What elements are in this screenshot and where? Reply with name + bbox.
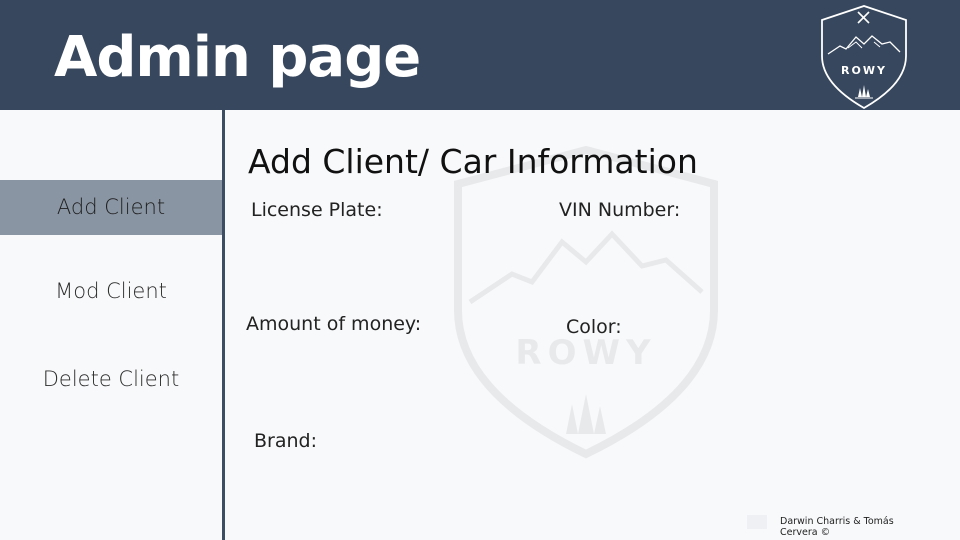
footer-badge (747, 515, 767, 529)
page-title: Admin page (54, 25, 421, 90)
vin-number-label: VIN Number: (559, 199, 681, 221)
section-title: Add Client/ Car Information (248, 142, 698, 181)
watermark-logo-icon: ROWY (454, 145, 718, 459)
license-plate-label: License Plate: (251, 199, 383, 221)
logo-text: ROWY (841, 64, 887, 77)
color-label: Color: (566, 316, 622, 338)
watermark-text: ROWY (515, 333, 656, 373)
brand-label: Brand: (254, 430, 317, 452)
sidebar-divider (222, 110, 225, 540)
rowy-logo-icon: ROWY (821, 5, 907, 110)
footer-credit: Darwin Charris & Tomás Cervera © (780, 516, 894, 538)
sidebar-item-delete-client[interactable]: Delete Client (0, 354, 222, 404)
sidebar-item-mod-client[interactable]: Mod Client (0, 266, 222, 316)
amount-of-money-label: Amount of money: (246, 313, 422, 335)
sidebar (0, 110, 222, 540)
sidebar-item-add-client[interactable]: Add Client (0, 180, 222, 235)
header-bar: Admin page ROWY (0, 0, 960, 110)
